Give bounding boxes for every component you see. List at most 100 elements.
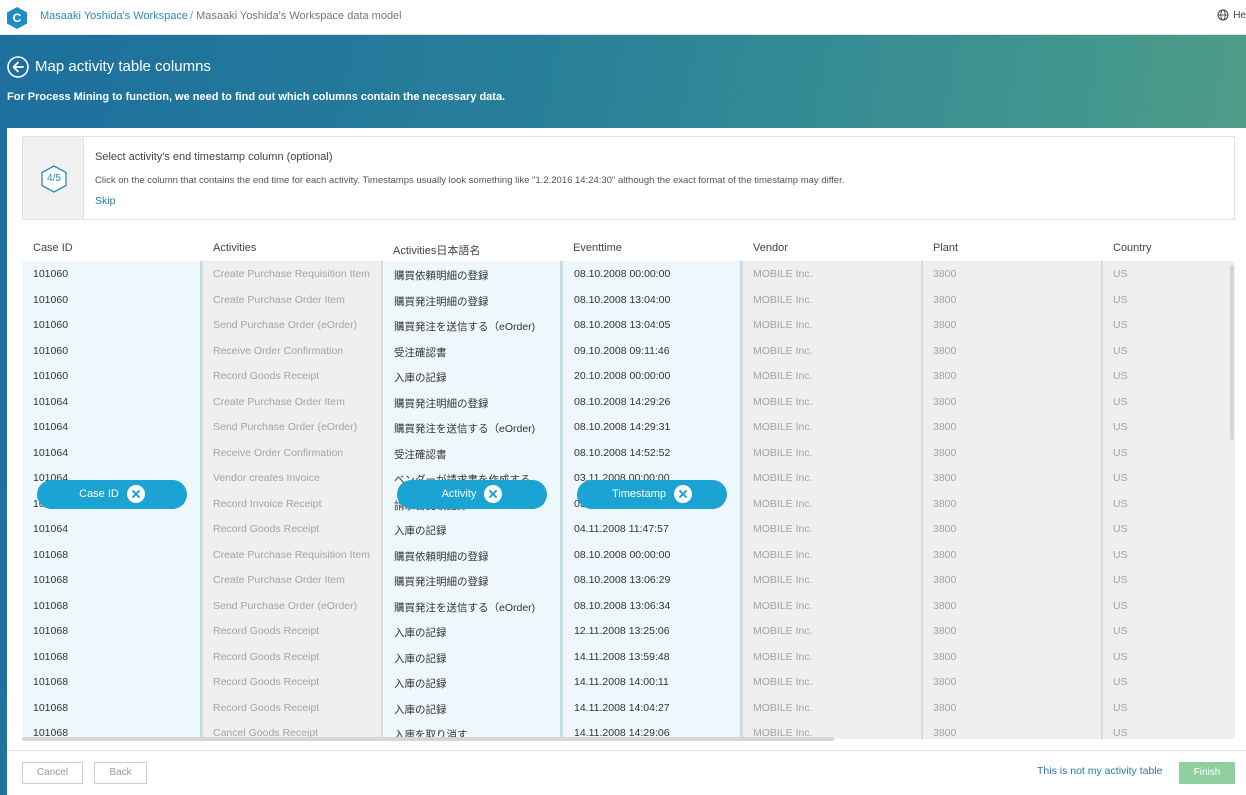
- cancel-button[interactable]: Cancel: [22, 762, 83, 784]
- table-cell: 14.11.2008 14:04:27: [574, 701, 670, 714]
- table-cell: US: [1113, 421, 1128, 433]
- table-cell: Vendor creates Invoice: [213, 472, 320, 484]
- table-cell: US: [1113, 523, 1128, 535]
- table-cell: MOBILE Inc.: [753, 599, 813, 612]
- data-table: Case ID 101060 101060 101060 101060 101060 101…: [22, 236, 1235, 739]
- table-cell: Create Purchase Order Item: [213, 395, 345, 408]
- table-cell: 08.10.2008 14:29:26: [574, 395, 671, 408]
- table-column[interactable]: US US US US US US US US US US US US US US US US US US US: [1102, 261, 1235, 739]
- table-cell: 3800: [933, 319, 957, 331]
- table-column[interactable]: Create Purchase Requisition Item Create P…: [202, 261, 381, 739]
- table-cell: 入庫の記録: [394, 703, 447, 716]
- table-cell: 08.10.2008 13:04:05: [574, 319, 671, 331]
- remove-mapping-icon[interactable]: [484, 485, 503, 504]
- mapping-pill[interactable]: Case ID: [37, 480, 187, 509]
- back-arrow-icon[interactable]: [7, 56, 29, 78]
- table-cell: MOBILE Inc.: [753, 523, 813, 535]
- remove-mapping-icon[interactable]: [126, 485, 145, 504]
- table-cell: 3800: [933, 344, 957, 357]
- not-my-activity-table-link[interactable]: This is not my activity table: [1037, 765, 1162, 777]
- page-subtitle: For Process Mining to function, we need …: [7, 91, 506, 103]
- table-cell: MOBILE Inc.: [753, 625, 813, 637]
- help-label: He: [1233, 10, 1246, 21]
- finish-button[interactable]: Finish: [1179, 762, 1235, 784]
- mapping-pill[interactable]: Activity: [397, 480, 547, 509]
- table-cell: Create Purchase Requisition Item: [213, 268, 370, 280]
- column-divider: [1101, 261, 1103, 739]
- table-cell: Receive Order Confirmation: [213, 344, 344, 357]
- table-cell: 3800: [933, 727, 957, 739]
- table-cell: 08.10.2008 14:29:31: [574, 421, 671, 433]
- table-cell: MOBILE Inc.: [753, 650, 813, 663]
- table-cell: 入庫の記録: [394, 525, 447, 537]
- table-cell: Record Goods Receipt: [213, 625, 320, 637]
- table-cell: Send Purchase Order (eOrder): [213, 599, 358, 612]
- column-header[interactable]: Activities: [213, 242, 256, 254]
- table-cell: 3800: [933, 497, 957, 510]
- table-cell: 3800: [933, 472, 957, 484]
- column-divider: [741, 261, 743, 739]
- table-cell: 3800: [933, 370, 957, 382]
- mapping-pill[interactable]: Timestamp: [577, 480, 727, 509]
- table-cell: 101064: [33, 523, 69, 535]
- table-cell: 3800: [933, 701, 957, 714]
- column-header[interactable]: Vendor: [753, 242, 788, 254]
- celonis-logo-icon[interactable]: C: [6, 6, 28, 30]
- table-cell: MOBILE Inc.: [753, 395, 813, 408]
- table-cell: 08.10.2008 00:00:00: [574, 548, 671, 561]
- table-cell: US: [1113, 370, 1128, 382]
- table-cell: 14.11.2008 13:59:48: [574, 650, 670, 663]
- table-cell: Record Goods Receipt: [213, 676, 320, 688]
- column-divider: [381, 261, 383, 739]
- table-column[interactable]: MOBILE Inc. MOBILE Inc. MOBILE Inc. MOBILE …: [742, 261, 921, 739]
- table-cell: 14.11.2008 14:00:11: [574, 676, 669, 688]
- table-cell: 入庫の記録: [394, 652, 447, 665]
- column-header[interactable]: Activities日本語名: [393, 242, 480, 258]
- table-cell: 101060: [33, 293, 69, 306]
- breadcrumb: Masaaki Yoshida's Workspace / Masaaki Yosh…: [40, 10, 402, 22]
- table-cell: US: [1113, 625, 1128, 637]
- table-cell: MOBILE Inc.: [753, 497, 813, 510]
- table-cell: 3800: [933, 293, 957, 306]
- table-cell: 3800: [933, 574, 957, 586]
- table-cell: 3800: [933, 421, 957, 433]
- page-title: Map activity table columns: [35, 58, 211, 75]
- table-cell: US: [1113, 497, 1128, 510]
- breadcrumb-workspace[interactable]: Masaaki Yoshida's Workspace: [40, 10, 188, 22]
- skip-link[interactable]: Skip: [95, 195, 115, 207]
- column-header[interactable]: Country: [1113, 242, 1152, 254]
- table-cell: US: [1113, 574, 1128, 586]
- step-description: Click on the column that contains the en…: [95, 175, 845, 186]
- column-header[interactable]: Eventtime: [573, 242, 622, 254]
- table-cell: US: [1113, 650, 1128, 663]
- mapping-pill-label: Timestamp: [612, 488, 666, 501]
- table-cell: 101068: [33, 599, 69, 612]
- table-cell: MOBILE Inc.: [753, 574, 813, 586]
- table-cell: US: [1113, 548, 1128, 561]
- table-cell: 購買依頼明細の登録: [394, 550, 489, 563]
- table-cell: 受注確認書: [394, 346, 447, 359]
- step-title: Select activity's end timestamp column (…: [95, 151, 333, 163]
- help-menu[interactable]: He: [1217, 9, 1246, 21]
- table-cell: 08.10.2008 14:52:52: [574, 446, 671, 459]
- table-cell: Create Purchase Requisition Item: [213, 548, 370, 561]
- column-header[interactable]: Plant: [933, 242, 958, 254]
- table-cell: 購買発注明細の登録: [394, 295, 489, 308]
- table-column[interactable]: 3800 3800 3800 3800 3800 3800 3800 3800 3800 3800…: [922, 261, 1101, 739]
- back-button[interactable]: Back: [94, 762, 147, 784]
- remove-mapping-icon[interactable]: [674, 485, 692, 504]
- vertical-scrollbar[interactable]: [1230, 265, 1234, 440]
- horizontal-scrollbar[interactable]: [22, 737, 834, 741]
- column-divider: [561, 261, 563, 739]
- table-cell: 08.10.2008 13:06:29: [574, 574, 671, 586]
- table-cell: 購買発注を送信する（eOrder): [394, 423, 536, 435]
- table-cell: 3800: [933, 650, 957, 663]
- mapping-pill-label: Activity: [441, 488, 477, 501]
- column-divider: [201, 261, 203, 739]
- column-header[interactable]: Case ID: [33, 242, 73, 254]
- table-cell: US: [1113, 701, 1128, 714]
- table-cell: 08.10.2008 13:04:00: [574, 293, 671, 306]
- table-cell: MOBILE Inc.: [753, 370, 813, 382]
- table-cell: 入庫の記録: [394, 678, 447, 690]
- table-cell: 101064: [33, 446, 69, 459]
